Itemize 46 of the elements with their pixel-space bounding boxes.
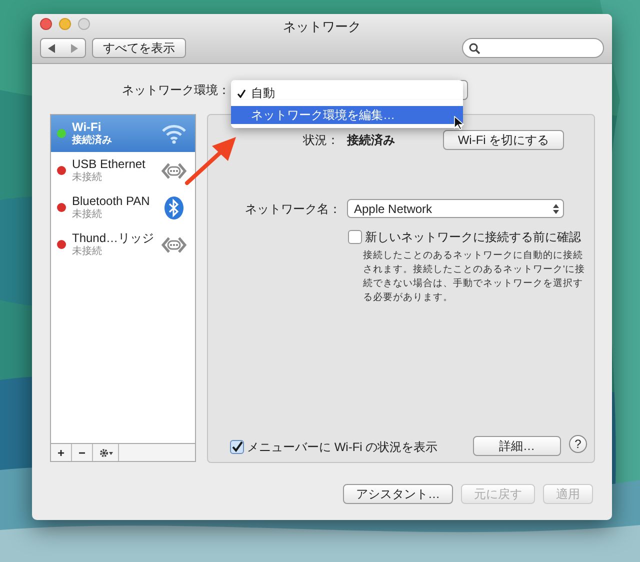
status-value: 接続済み [346, 132, 396, 149]
service-item[interactable]: Wi-Fi 接続済み [51, 115, 195, 152]
stepper-icon [553, 204, 559, 214]
service-status: 未接続 [72, 170, 102, 184]
service-name: Wi-Fi [72, 120, 102, 134]
close-button[interactable] [40, 18, 52, 30]
menu-item[interactable]: ネットワーク環境を編集… [231, 106, 463, 124]
show-all-button[interactable]: すべてを表示 [92, 38, 186, 58]
service-name: Thund…リッジ [72, 232, 154, 244]
wifi-icon [161, 122, 187, 144]
network-name-popup[interactable]: Apple Network [347, 199, 564, 218]
window-title: ネットワーク [283, 18, 361, 36]
gear-icon [98, 448, 112, 458]
back-forward-buttons[interactable] [40, 38, 86, 58]
menu-item[interactable]: 自動 [231, 84, 463, 102]
status-label: 状況： [302, 132, 339, 149]
service-status: 未接続 [72, 208, 102, 220]
network-name-label: ネットワーク名： [244, 200, 341, 218]
add-button[interactable]: + [51, 444, 72, 461]
checkbox[interactable] [348, 230, 362, 244]
service-name: Bluetooth PAN [72, 194, 150, 208]
minimize-button[interactable] [59, 18, 71, 30]
search-field[interactable] [462, 38, 604, 58]
help-button[interactable]: ? [569, 435, 587, 453]
checkmark-icon [237, 88, 246, 98]
service-item[interactable]: Thund…リッジ 未接続 [51, 226, 195, 263]
advanced-button[interactable]: 詳細… [473, 436, 561, 456]
service-name: USB Ethernet [72, 158, 146, 170]
checkbox[interactable] [230, 440, 244, 454]
show-in-menu-bar-label: メニューバーに Wi-Fi の状況を表示 [247, 439, 438, 456]
service-status: 未接続 [72, 244, 102, 258]
description-text: 接続したことのあるネットワークに自動的に接続されます。接続したことのあるネットワーク'に接続できない場合は、手動でネットワークを選択する必要があります。 [363, 249, 585, 305]
wifi-off-button[interactable]: Wi-Fi を切にする [443, 130, 564, 150]
location-label: ネットワーク環境： [121, 82, 231, 99]
ask-before-joining-label: 新しいネットワークに接続する前に確認 [365, 229, 581, 246]
service-item[interactable]: USB Ethernet 未接続 [51, 152, 195, 189]
forward-icon [70, 44, 78, 52]
remove-button[interactable]: − [72, 444, 93, 461]
connection-arrows-icon [161, 236, 187, 254]
bluetooth-icon [164, 196, 184, 220]
connection-arrows-icon [161, 162, 187, 180]
search-icon [469, 42, 480, 54]
service-item[interactable]: Bluetooth PAN 未接続 [51, 189, 195, 226]
back-icon [48, 44, 56, 52]
assistant-button[interactable]: アシスタント… [343, 484, 453, 504]
service-status: 接続済み [72, 134, 112, 146]
